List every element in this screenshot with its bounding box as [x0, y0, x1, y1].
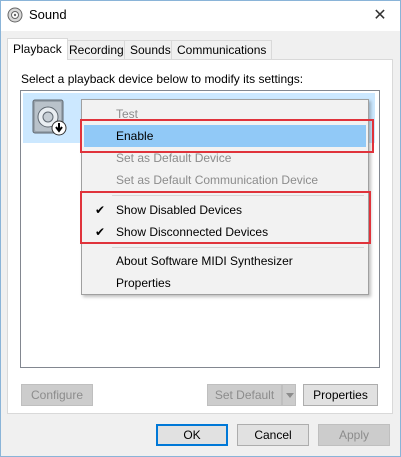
set-default-dropdown-arrow[interactable] [282, 384, 296, 406]
menu-item-label: Set as Default Device [116, 151, 232, 165]
menu-item-label: Properties [116, 276, 171, 290]
menu-item-set-default[interactable]: Set as Default Device [84, 147, 366, 169]
menu-item-label: Enable [116, 129, 154, 143]
sound-dialog: Sound ✕ Playback Recording Sounds Commun… [0, 0, 401, 457]
menu-separator [112, 195, 364, 196]
tab-sounds[interactable]: Sounds [124, 40, 177, 60]
apply-button[interactable]: Apply [318, 424, 390, 446]
cancel-button[interactable]: Cancel [237, 424, 309, 446]
speaker-icon [7, 7, 23, 23]
menu-item-label: Test [116, 107, 139, 121]
menu-item-label: About Software MIDI Synthesizer [116, 254, 293, 268]
menu-item-label: Set as Default Communication Device [116, 173, 319, 187]
menu-separator [112, 247, 364, 248]
tab-recording[interactable]: Recording [63, 40, 130, 60]
menu-item-set-default-communication[interactable]: Set as Default Communication Device [84, 169, 366, 191]
speaker-device-icon [30, 97, 70, 137]
menu-item-enable[interactable]: Enable [84, 125, 366, 147]
tab-playback[interactable]: Playback [7, 38, 68, 60]
context-menu: Test Enable Set as Default Device Set as… [81, 99, 369, 295]
menu-item-label: Show Disconnected Devices [116, 225, 269, 239]
close-icon: ✕ [373, 7, 387, 24]
menu-item-show-disconnected[interactable]: ✔ Show Disconnected Devices [84, 221, 366, 243]
ok-button[interactable]: OK [156, 424, 228, 446]
close-button[interactable]: ✕ [360, 1, 400, 31]
menu-item-properties[interactable]: Properties [84, 272, 366, 294]
menu-item-about-midi[interactable]: About Software MIDI Synthesizer [84, 250, 366, 272]
instruction-text: Select a playback device below to modify… [21, 72, 304, 86]
checkmark-icon: ✔ [94, 225, 106, 239]
dialog-button-bar: OK Cancel Apply [1, 418, 400, 456]
tab-strip: Playback Recording Sounds Communications [7, 38, 397, 60]
properties-button[interactable]: Properties [303, 384, 378, 406]
menu-item-test[interactable]: Test [84, 103, 366, 125]
menu-item-label: Show Disabled Devices [116, 203, 243, 217]
tab-communications[interactable]: Communications [171, 40, 273, 60]
menu-item-show-disabled[interactable]: ✔ Show Disabled Devices [84, 199, 366, 221]
title-bar[interactable]: Sound ✕ [1, 1, 400, 31]
window-title: Sound [29, 7, 67, 22]
set-default-button[interactable]: Set Default [207, 384, 282, 406]
configure-button[interactable]: Configure [21, 384, 93, 406]
checkmark-icon: ✔ [94, 203, 106, 217]
